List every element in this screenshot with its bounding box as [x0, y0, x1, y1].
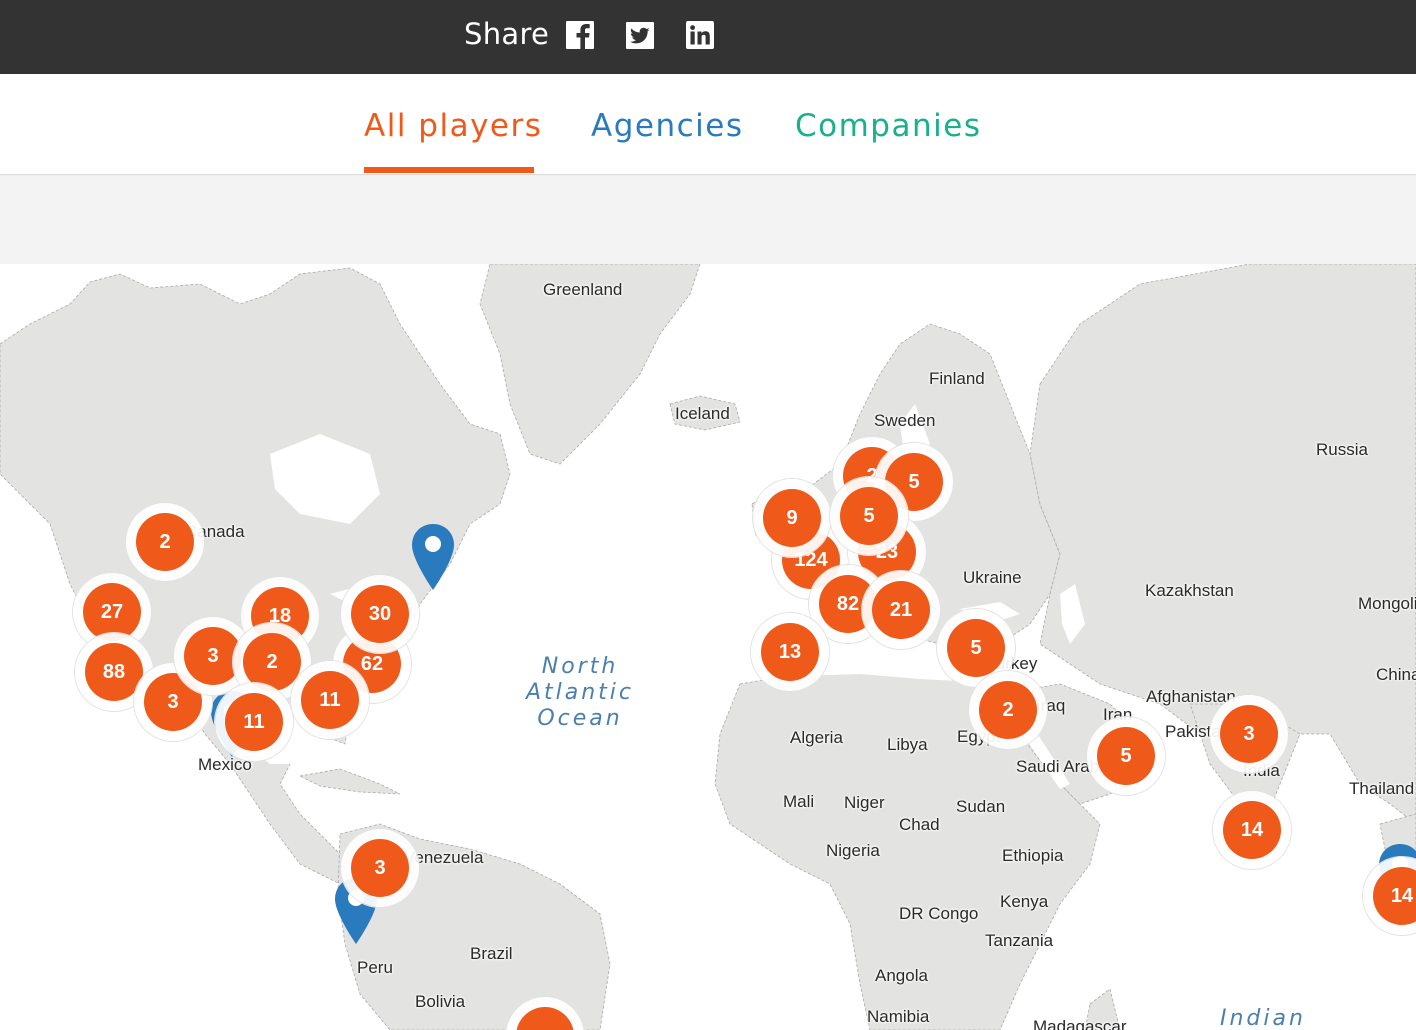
filter-band [0, 174, 1416, 264]
cluster-count: 30 [351, 585, 409, 643]
label-niger: Niger [844, 793, 885, 812]
cluster-count [516, 1007, 574, 1030]
filter-tabs: All players Agencies Companies [0, 74, 1416, 174]
cluster-count: 3 [351, 839, 409, 897]
cluster-count: 3 [1220, 705, 1278, 763]
map-cluster[interactable]: 2 [969, 671, 1047, 749]
label-ethiopia: Ethiopia [1002, 846, 1064, 865]
twitter-icon[interactable] [625, 20, 655, 50]
share-label: Share [464, 17, 550, 51]
map-cluster[interactable]: 13 [751, 613, 829, 691]
label-brazil: Brazil [470, 944, 513, 963]
cluster-count: 13 [761, 623, 819, 681]
world-map[interactable]: Greenland Iceland Finland Sweden Russia … [0, 264, 1416, 1030]
label-kenya: Kenya [1000, 892, 1049, 911]
map-cluster[interactable]: 30 [341, 575, 419, 653]
active-tab-indicator [364, 167, 534, 173]
label-peru: Peru [357, 958, 393, 977]
facebook-icon[interactable] [565, 20, 595, 50]
map-cluster[interactable]: 5 [830, 477, 908, 555]
cluster-count: 2 [979, 681, 1037, 739]
agency-map-pin[interactable] [410, 522, 456, 592]
label-sweden: Sweden [874, 411, 936, 430]
label-ukraine: Ukraine [963, 568, 1022, 587]
map-cluster[interactable]: 9 [753, 479, 831, 557]
tab-companies[interactable]: Companies [795, 108, 981, 144]
label-tanzania: Tanzania [985, 931, 1054, 950]
cluster-count: 14 [1373, 867, 1416, 925]
label-angola: Angola [875, 966, 928, 985]
map-cluster[interactable]: 3 [341, 829, 419, 907]
cluster-count: 5 [840, 487, 898, 545]
label-finland: Finland [929, 369, 985, 388]
linkedin-icon[interactable] [685, 20, 715, 50]
tab-all-players[interactable]: All players [364, 108, 542, 144]
cluster-count: 2 [136, 513, 194, 571]
label-madagascar: Madagascar [1033, 1017, 1127, 1030]
map-cluster[interactable]: 14 [1213, 791, 1291, 869]
tab-agencies[interactable]: Agencies [591, 108, 743, 144]
label-nigeria: Nigeria [826, 841, 880, 860]
cluster-count: 5 [947, 619, 1005, 677]
label-north-atlantic-ocean: North Atlantic Ocean [525, 654, 635, 731]
label-greenland: Greenland [543, 280, 623, 299]
cluster-count: 11 [301, 671, 359, 729]
label-bolivia: Bolivia [415, 992, 466, 1011]
label-mongolia: Mongolia [1358, 594, 1416, 613]
share-bar: Share [0, 0, 1416, 74]
label-dr-congo: DR Congo [899, 904, 979, 923]
map-cluster[interactable]: 5 [1087, 717, 1165, 795]
label-kazakhstan: Kazakhstan [1145, 581, 1234, 600]
label-thailand: Thailand [1349, 779, 1415, 798]
label-iceland: Iceland [675, 404, 730, 423]
cluster-count: 21 [872, 581, 930, 639]
label-indian-ocean: Indian [1220, 1006, 1306, 1030]
cluster-count: 11 [225, 693, 283, 751]
label-namibia: Namibia [867, 1007, 930, 1026]
map-cluster[interactable]: 11 [291, 661, 369, 739]
map-cluster[interactable]: 11 [215, 683, 293, 761]
label-mali: Mali [783, 792, 815, 811]
cluster-count: 9 [763, 489, 821, 547]
label-libya: Libya [887, 735, 928, 754]
label-sudan: Sudan [956, 797, 1006, 816]
map-cluster[interactable]: 21 [862, 571, 940, 649]
label-russia: Russia [1316, 440, 1368, 459]
label-china: China [1376, 665, 1416, 684]
label-algeria: Algeria [790, 728, 843, 747]
cluster-count: 14 [1223, 801, 1281, 859]
map-cluster[interactable]: 2 [126, 503, 204, 581]
map-cluster[interactable]: 3 [1210, 695, 1288, 773]
cluster-count: 5 [1097, 727, 1155, 785]
label-chad: Chad [899, 815, 940, 834]
